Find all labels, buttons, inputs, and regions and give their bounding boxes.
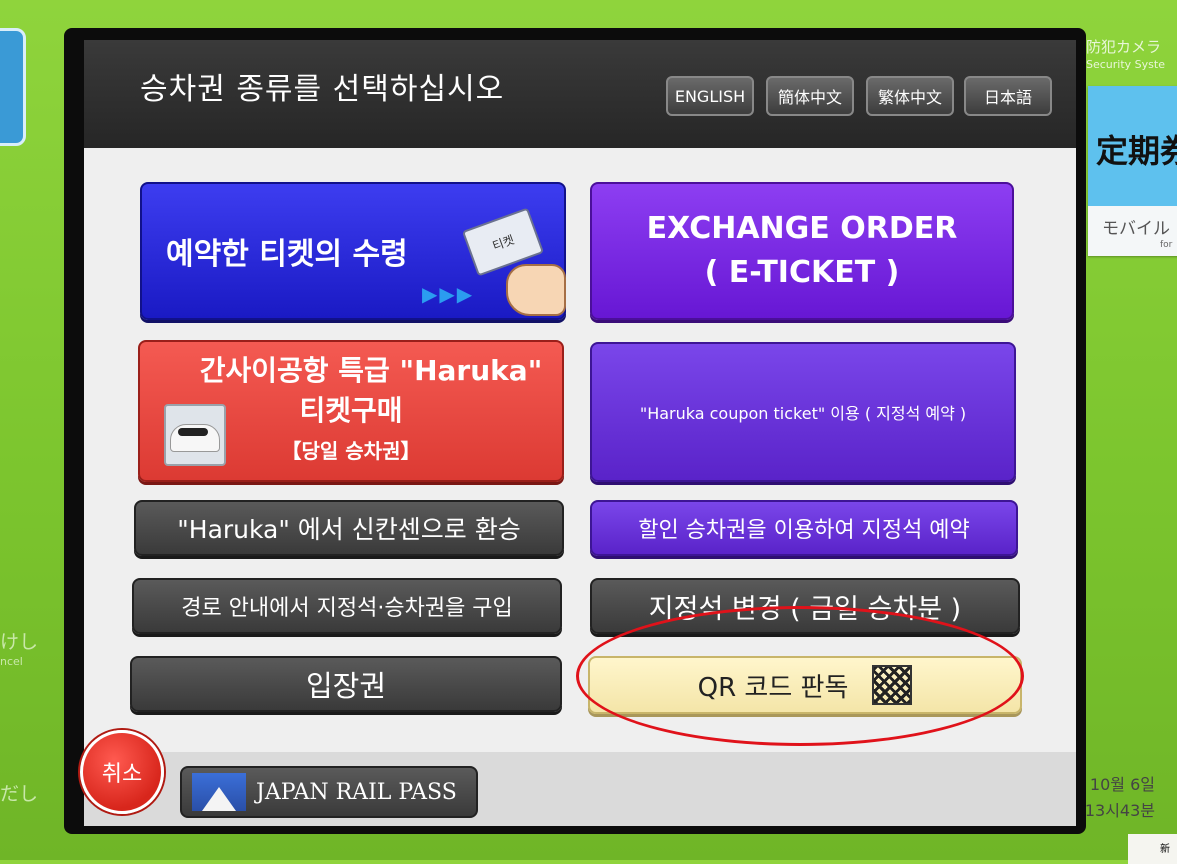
exchange-label-1: EXCHANGE ORDER — [646, 211, 958, 246]
date-label: 10월 6일 — [1089, 775, 1155, 794]
haruka-shinkansen-transfer-button[interactable]: "Haruka" 에서 신칸센으로 환승 — [134, 500, 564, 556]
transfer-label: "Haruka" 에서 신칸센으로 환승 — [177, 515, 521, 544]
route-label: 경로 안내에서 지정석·승차권을 구입 — [181, 596, 513, 621]
japan-rail-pass-button[interactable]: JAPAN RAIL PASS — [180, 766, 478, 818]
lang-japanese-button[interactable]: 日本語 — [964, 76, 1052, 116]
screen-header: 승차권 종류를 선택하십시오 ENGLISH 簡体中文 繁体中文 日本語 — [84, 40, 1076, 148]
left-cancel-label: けし ncel — [0, 631, 39, 668]
lang-english-button[interactable]: ENGLISH — [666, 76, 754, 116]
page-title: 승차권 종류를 선택하십시오 — [140, 72, 505, 107]
qr-code-icon — [872, 665, 913, 705]
qr-code-read-button[interactable]: QR 코드 판독 — [588, 656, 1022, 714]
haruka-coupon-button[interactable]: "Haruka coupon ticket" 이용 ( 지정석 예약 ) — [590, 342, 1016, 482]
exchange-order-button[interactable]: EXCHANGE ORDER ( E-TICKET ) — [590, 182, 1014, 320]
qr-read-label: QR 코드 판독 — [697, 672, 849, 703]
change-reserved-seat-button[interactable]: 지정석 변경 ( 금일 승차분 ) — [590, 578, 1020, 634]
arrows-icon: ▶▶▶ — [422, 282, 475, 306]
reserved-pickup-label: 예약한 티켓의 수령 — [166, 237, 408, 272]
time-label: 13시43분 — [1084, 801, 1155, 820]
haruka-label-3: 【당일 승차권】 — [281, 439, 421, 463]
haruka-train-icon — [164, 404, 226, 466]
platform-ticket-label: 입장권 — [305, 669, 387, 703]
security-camera-label: 防犯カメラ Security Syste — [1086, 38, 1165, 71]
left-blue-sticker — [0, 28, 26, 146]
mount-fuji-icon — [192, 773, 246, 811]
lang-simplified-chinese-button[interactable]: 簡体中文 — [766, 76, 854, 116]
commuter-pass-sticker: 定期券 モバイル for — [1088, 86, 1177, 256]
haruka-coupon-label: "Haruka coupon ticket" 이용 ( 지정석 예약 ) — [639, 404, 967, 423]
lang-traditional-chinese-button[interactable]: 繁体中文 — [866, 76, 954, 116]
jr-pass-label: JAPAN RAIL PASS — [256, 779, 457, 805]
date-time-display: 10월 6일 13시43분 — [1085, 772, 1155, 824]
platform-ticket-button[interactable]: 입장권 — [130, 656, 562, 712]
haruka-label-2: 티켓구매 — [299, 394, 403, 427]
route-guide-purchase-button[interactable]: 경로 안내에서 지정석·승차권을 구입 — [132, 578, 562, 634]
hand-icon — [506, 264, 566, 316]
change-seat-label: 지정석 변경 ( 금일 승차분 ) — [648, 593, 962, 625]
cancel-button[interactable]: 취소 — [80, 730, 164, 814]
discount-ticket-reserve-button[interactable]: 할인 승차권을 이용하여 지정석 예약 — [590, 500, 1018, 556]
discount-label: 할인 승차권을 이용하여 지정석 예약 — [638, 518, 970, 543]
haruka-label-1: 간사이공항 특급 "Haruka" — [199, 354, 543, 387]
left-bottom-label: だし — [0, 783, 39, 805]
exchange-label-2: ( E-TICKET ) — [704, 255, 900, 290]
